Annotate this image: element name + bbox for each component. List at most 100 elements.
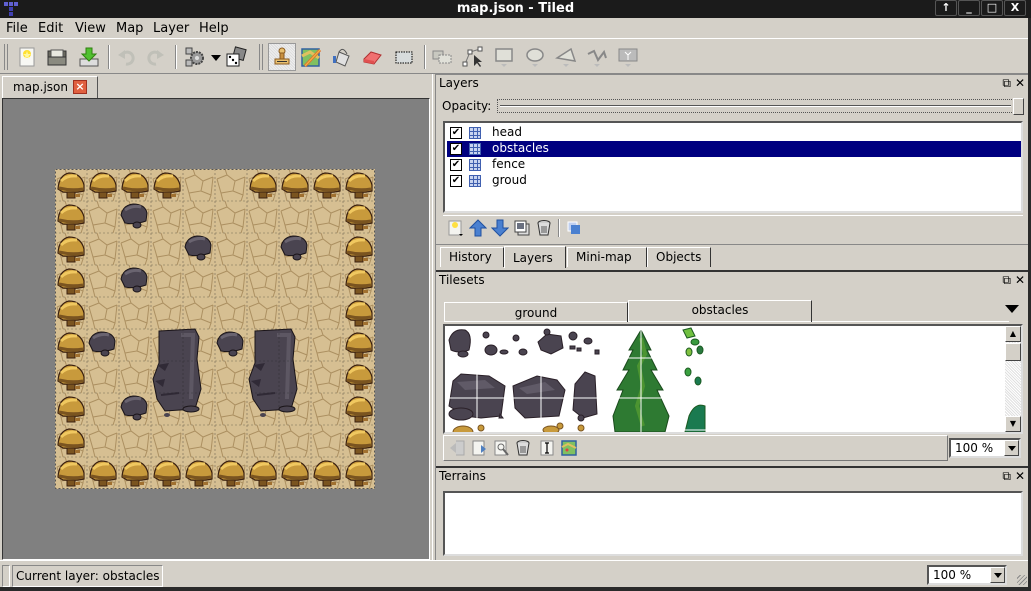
menu-map[interactable]: Map xyxy=(116,21,143,36)
tileset-image xyxy=(445,326,709,432)
document-tab[interactable]: map.json × xyxy=(2,76,98,98)
menu-layer[interactable]: Layer xyxy=(153,21,189,36)
bucket-fill-button[interactable] xyxy=(328,43,356,71)
moai-statue xyxy=(152,328,202,417)
tab-layers[interactable]: Layers xyxy=(504,246,566,268)
layer-list[interactable]: ✔ head ✔ obstacles ✔ fence ✔ groud xyxy=(443,121,1023,213)
tilesets-panel-title: Tilesets xyxy=(439,273,485,287)
map-tiles xyxy=(55,169,375,489)
new-layer-icon[interactable] xyxy=(447,219,465,237)
layer-row-head[interactable]: ✔ head xyxy=(447,125,1021,141)
edit-terrain-icon[interactable] xyxy=(538,439,556,457)
layer-visibility-checkbox[interactable]: ✔ xyxy=(450,127,462,139)
float-panel-icon[interactable]: ⧉ xyxy=(1002,76,1011,90)
insert-polygon-icon xyxy=(555,47,577,67)
tab-objects[interactable]: Objects xyxy=(647,247,711,267)
close-tab-icon[interactable]: × xyxy=(73,80,87,94)
toolbar-grip[interactable] xyxy=(4,44,8,70)
add-tiles-icon[interactable] xyxy=(560,439,578,457)
tileset-tab-obstacles[interactable]: obstacles xyxy=(628,300,812,322)
tileset-tab-ground[interactable]: ground xyxy=(444,302,628,322)
scrollbar-thumb[interactable] xyxy=(1005,343,1021,361)
insert-polyline-button[interactable] xyxy=(583,43,611,71)
insert-tile-button[interactable] xyxy=(614,43,642,71)
layer-row-obstacles[interactable]: ✔ obstacles xyxy=(447,141,1021,157)
opacity-slider-handle[interactable] xyxy=(1013,98,1024,115)
menu-edit[interactable]: Edit xyxy=(38,21,63,36)
window-resize-grip[interactable] xyxy=(1017,575,1027,585)
close-panel-icon[interactable]: ✕ xyxy=(1015,469,1025,483)
layer-visibility-checkbox[interactable]: ✔ xyxy=(450,143,462,155)
tileset-properties-icon[interactable] xyxy=(492,439,510,457)
maximize-button[interactable]: □ xyxy=(981,0,1003,16)
menu-help[interactable]: Help xyxy=(199,21,229,36)
opacity-slider-groove xyxy=(500,105,1011,107)
save-button[interactable] xyxy=(75,43,103,71)
import-tileset-icon[interactable] xyxy=(448,439,466,457)
map-zoom-combobox[interactable]: 100 % xyxy=(927,565,1007,585)
insert-polygon-button[interactable] xyxy=(552,43,580,71)
insert-ellipse-button[interactable] xyxy=(521,43,549,71)
stamp-brush-button[interactable] xyxy=(268,43,296,71)
terrain-list[interactable] xyxy=(443,491,1023,556)
terrains-panel-title: Terrains xyxy=(439,469,486,483)
commands-icon xyxy=(185,47,204,67)
tileset-scrollbar[interactable]: ▲ ▼ xyxy=(1005,326,1021,432)
open-icon xyxy=(47,49,67,66)
layer-visibility-checkbox[interactable]: ✔ xyxy=(450,159,462,171)
tab-history[interactable]: History xyxy=(440,247,504,267)
eraser-button[interactable] xyxy=(358,43,386,71)
chevron-down-icon[interactable] xyxy=(1004,440,1019,456)
keep-above-button[interactable]: ↑ xyxy=(935,0,957,16)
layer-row-fence[interactable]: ✔ fence xyxy=(447,157,1021,173)
close-panel-icon[interactable]: ✕ xyxy=(1015,76,1025,90)
undo-button[interactable] xyxy=(113,43,141,71)
close-panel-icon[interactable]: ✕ xyxy=(1015,273,1025,287)
remove-tileset-icon[interactable] xyxy=(514,439,532,457)
edit-polygons-button[interactable] xyxy=(459,43,487,71)
open-button[interactable] xyxy=(43,43,71,71)
tileset-zoom-combobox[interactable]: 100 % xyxy=(949,438,1021,458)
commands-button[interactable] xyxy=(181,43,209,71)
random-mode-button[interactable] xyxy=(222,43,250,71)
layer-row-groud[interactable]: ✔ groud xyxy=(447,173,1021,189)
terrain-brush-button[interactable] xyxy=(297,43,325,71)
select-objects-button[interactable] xyxy=(428,43,456,71)
new-map-button[interactable] xyxy=(13,43,41,71)
tileset-view[interactable]: ▲ ▼ xyxy=(443,324,1023,434)
remove-layer-icon[interactable] xyxy=(535,219,553,237)
minimize-button[interactable]: _ xyxy=(958,0,980,16)
raise-layer-icon[interactable] xyxy=(469,219,487,237)
menu-view[interactable]: View xyxy=(75,21,106,36)
insert-ellipse-icon xyxy=(526,48,544,67)
bucket-fill-icon xyxy=(333,48,350,67)
lower-layer-icon[interactable] xyxy=(491,219,509,237)
map-canvas[interactable] xyxy=(55,169,375,489)
float-panel-icon[interactable]: ⧉ xyxy=(1002,273,1011,287)
layers-panel-title: Layers xyxy=(439,76,479,90)
export-tileset-icon[interactable] xyxy=(470,439,488,457)
chevron-down-icon[interactable] xyxy=(990,567,1005,583)
rectangular-select-button[interactable] xyxy=(390,43,418,71)
insert-rectangle-button[interactable] xyxy=(490,43,518,71)
tile-layer-icon xyxy=(469,159,481,171)
rectangular-select-icon xyxy=(395,51,413,64)
menu-bar: File Edit View Map Layer Help xyxy=(0,18,1031,38)
menu-file[interactable]: File xyxy=(6,21,28,36)
redo-button[interactable] xyxy=(141,43,169,71)
tileset-menu-dropdown-icon[interactable] xyxy=(1005,305,1019,313)
layer-visibility-checkbox[interactable]: ✔ xyxy=(450,175,462,187)
commands-dropdown-icon[interactable] xyxy=(211,55,221,61)
map-view[interactable] xyxy=(2,98,430,560)
dock-tab-bar: History Layers Mini-map Objects xyxy=(436,244,1031,268)
duplicate-layer-icon[interactable] xyxy=(513,219,531,237)
tileset-zoom-value: 100 % xyxy=(955,441,994,455)
toggle-other-layers-icon[interactable] xyxy=(565,219,583,237)
toolbar-grip[interactable] xyxy=(259,44,263,70)
close-window-button[interactable]: X xyxy=(1004,0,1026,16)
tab-mini-map[interactable]: Mini-map xyxy=(567,247,647,267)
scroll-up-button[interactable]: ▲ xyxy=(1005,326,1021,342)
float-panel-icon[interactable]: ⧉ xyxy=(1002,469,1011,483)
opacity-slider[interactable] xyxy=(497,98,1024,115)
scroll-down-button[interactable]: ▼ xyxy=(1005,416,1021,432)
